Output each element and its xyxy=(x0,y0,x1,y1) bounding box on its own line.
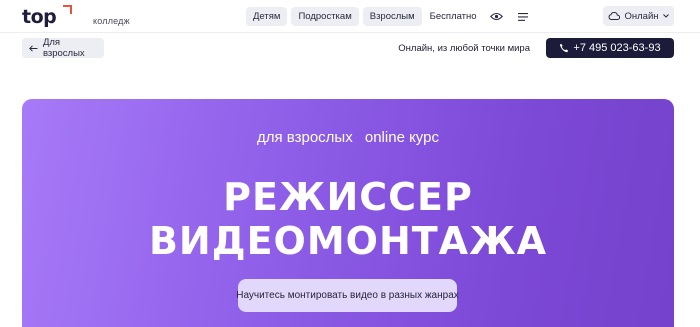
arrow-left-icon xyxy=(29,44,38,52)
back-to-adults-button[interactable]: Для взрослых xyxy=(22,37,104,59)
hero-note-badge: Научитесь монтировать видео в разных жан… xyxy=(236,279,459,312)
hero-title-line-1: РЕЖИССЕР xyxy=(223,175,473,219)
phone-icon xyxy=(560,43,569,53)
hero-tag-audience: для взрослых xyxy=(257,129,353,146)
site-header: top колледж Детям Подросткам Взрослым Бе… xyxy=(0,0,700,33)
hero-title: РЕЖИССЕР ВИДЕОМОНТАЖА xyxy=(22,175,674,263)
online-dropdown-button[interactable]: Онлайн xyxy=(603,6,674,26)
nav-item-teens[interactable]: Подросткам xyxy=(291,7,359,26)
hero-note-text: Научитесь монтировать видео в разных жан… xyxy=(236,290,459,301)
back-button-label: Для взрослых xyxy=(42,37,85,59)
logo-subtitle: колледж xyxy=(93,16,130,26)
hero-tag-format: online курс xyxy=(364,129,439,146)
nav-item-adults[interactable]: Взрослым xyxy=(362,7,422,26)
logo-accent-mark xyxy=(63,5,72,14)
phone-call-button[interactable]: +7 495 023-63-93 xyxy=(546,38,674,58)
hero-title-line-2: ВИДЕОМОНТАЖА xyxy=(148,219,548,263)
chevron-down-icon xyxy=(662,14,669,18)
nav-item-free[interactable]: Бесплатно xyxy=(426,7,481,26)
online-anywhere-note: Онлайн, из любой точки мира xyxy=(398,43,530,54)
nav-item-kids[interactable]: Детям xyxy=(246,7,288,26)
main-nav: Детям Подросткам Взрослым Бесплатно xyxy=(246,7,533,26)
hero-banner: для взрослых online курс РЕЖИССЕР ВИДЕОМ… xyxy=(22,99,674,327)
menu-icon[interactable] xyxy=(513,7,533,26)
online-dropdown-label: Онлайн xyxy=(624,10,659,22)
eye-icon[interactable] xyxy=(487,7,507,26)
cloud-icon xyxy=(609,12,621,20)
logo-word: top xyxy=(22,6,57,28)
logo[interactable]: top колледж xyxy=(22,5,130,28)
phone-number: +7 495 023-63-93 xyxy=(573,42,661,54)
hero-tags: для взрослых online курс xyxy=(22,129,674,146)
